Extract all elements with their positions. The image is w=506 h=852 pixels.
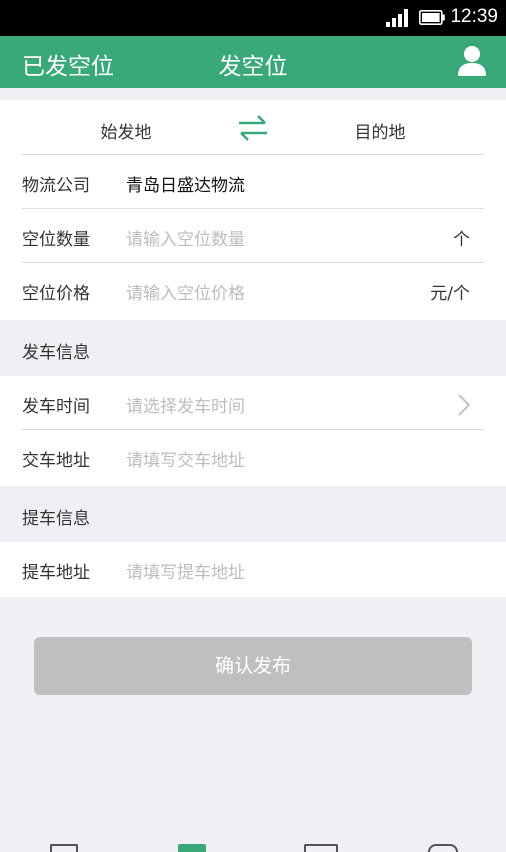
- slot-count-unit: 个: [453, 230, 470, 250]
- delivery-address-label: 交车地址: [22, 451, 90, 471]
- pickup-address-input[interactable]: 请填写提车地址: [126, 558, 245, 583]
- pickup-address-label: 提车地址: [22, 563, 90, 583]
- pickup-address-row[interactable]: 提车地址 请填写提车地址: [0, 542, 506, 597]
- slot-price-unit: 元/个: [430, 284, 470, 304]
- origin-select[interactable]: 始发地: [0, 118, 252, 143]
- slot-count-label: 空位数量: [22, 230, 90, 250]
- tab-settings-icon[interactable]: [428, 844, 458, 852]
- departure-time-label: 发车时间: [22, 397, 90, 417]
- published-slots-link[interactable]: 已发空位: [22, 47, 114, 81]
- departure-time-picker[interactable]: 请选择发车时间: [126, 392, 245, 417]
- pickup-section-header: 提车信息: [0, 486, 506, 542]
- slot-count-row[interactable]: 空位数量 请输入空位数量 个: [0, 209, 506, 263]
- chevron-right-icon[interactable]: [458, 394, 470, 416]
- slot-price-input[interactable]: 请输入空位价格: [126, 279, 245, 304]
- company-value: 青岛日盛达物流: [126, 176, 245, 196]
- departure-section-header: 发车信息: [0, 320, 506, 376]
- bottom-tab-bar: [0, 838, 506, 852]
- user-icon[interactable]: [457, 45, 487, 77]
- pickup-section-title: 提车信息: [22, 509, 90, 529]
- delivery-address-row[interactable]: 交车地址 请填写交车地址: [0, 430, 506, 486]
- tab-orders-icon[interactable]: [50, 844, 78, 852]
- slot-count-input[interactable]: 请输入空位数量: [126, 225, 245, 250]
- slot-price-row[interactable]: 空位价格 请输入空位价格 元/个: [0, 263, 506, 320]
- destination-select[interactable]: 目的地: [254, 118, 506, 143]
- departure-section-title: 发车信息: [22, 343, 90, 363]
- top-spacer: [0, 88, 506, 100]
- company-row: 物流公司 青岛日盛达物流: [0, 155, 506, 209]
- tab-publish-icon[interactable]: [178, 844, 206, 852]
- route-selector: 始发地 目的地: [0, 100, 506, 155]
- tab-calendar-icon[interactable]: [304, 844, 338, 852]
- app-bar: 发空位 已发空位: [0, 36, 506, 88]
- confirm-publish-button[interactable]: 确认发布: [34, 637, 472, 695]
- company-label: 物流公司: [22, 176, 90, 196]
- status-time: 12:39: [450, 6, 498, 27]
- battery-icon: [419, 10, 445, 25]
- departure-time-row[interactable]: 发车时间 请选择发车时间: [0, 376, 506, 430]
- slot-price-label: 空位价格: [22, 284, 90, 304]
- status-bar: 12:39: [0, 0, 506, 36]
- delivery-address-input[interactable]: 请填写交车地址: [126, 446, 245, 471]
- signal-icon: [386, 9, 408, 27]
